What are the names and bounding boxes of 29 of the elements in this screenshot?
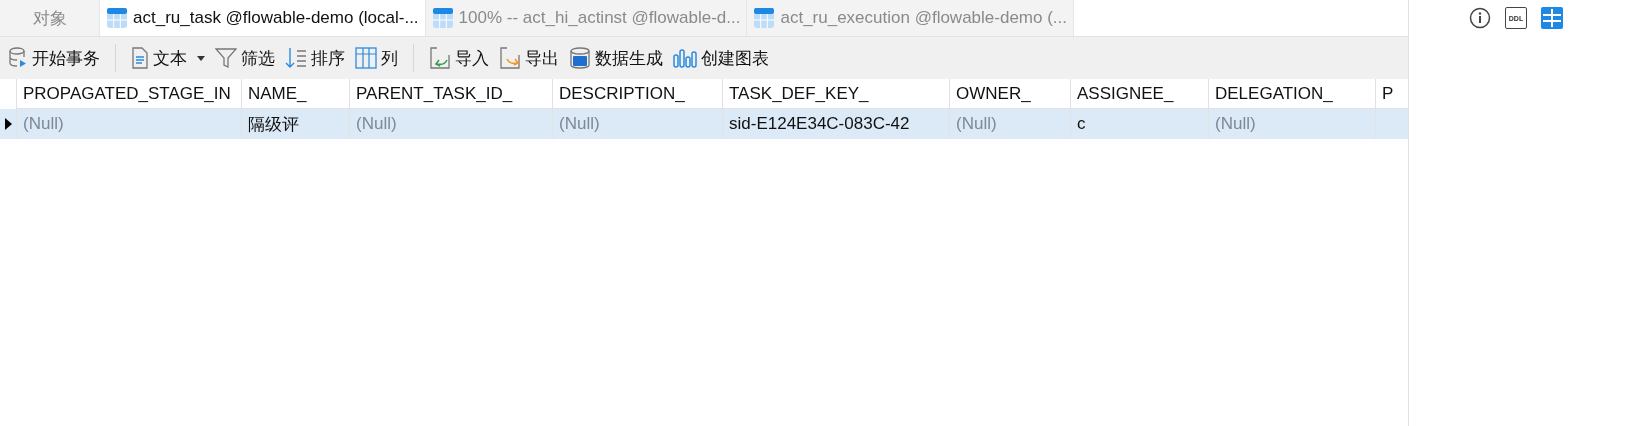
export-icon	[499, 47, 521, 69]
toolbar-button[interactable]: 排序	[281, 42, 349, 74]
table-cell: c	[1077, 114, 1086, 134]
table-cell: (Null)	[1215, 114, 1256, 134]
toolbar-button[interactable]: 文本	[127, 42, 209, 74]
table-cell: (Null)	[356, 114, 397, 134]
funnel-icon	[215, 47, 237, 69]
toolbar-button[interactable]: 导入	[425, 42, 493, 74]
toolbar-button[interactable]: 开始事务	[4, 42, 104, 74]
table-cell: (Null)	[23, 114, 64, 134]
toolbar-button[interactable]: 筛选	[211, 42, 279, 74]
toolbar-button[interactable]: 数据生成	[565, 42, 667, 74]
grid-icon[interactable]	[1540, 6, 1564, 30]
sort-icon	[285, 47, 307, 69]
toolbar-button[interactable]: 导出	[495, 42, 563, 74]
document-icon	[131, 47, 149, 69]
toolbar-button[interactable]: 列	[351, 42, 402, 74]
table-cell-text: 隔级评	[248, 113, 299, 136]
table-row[interactable]: (Null) 隔级评 (Null) (Null) sid-E124E34C-083C-42 (Null) c (Null)	[0, 109, 1408, 139]
table-cell: sid-E124E34C-083C-42	[729, 114, 910, 134]
bars-icon	[673, 47, 697, 69]
database-icon	[569, 47, 591, 69]
toolbar-button[interactable]: 创建图表	[669, 42, 773, 74]
table-cell: (Null)	[956, 114, 997, 134]
table-cell: (Null)	[559, 114, 600, 134]
info-icon[interactable]	[1469, 7, 1491, 29]
database-icon	[8, 47, 28, 69]
import-icon	[429, 47, 451, 69]
grid-icon	[355, 47, 377, 69]
